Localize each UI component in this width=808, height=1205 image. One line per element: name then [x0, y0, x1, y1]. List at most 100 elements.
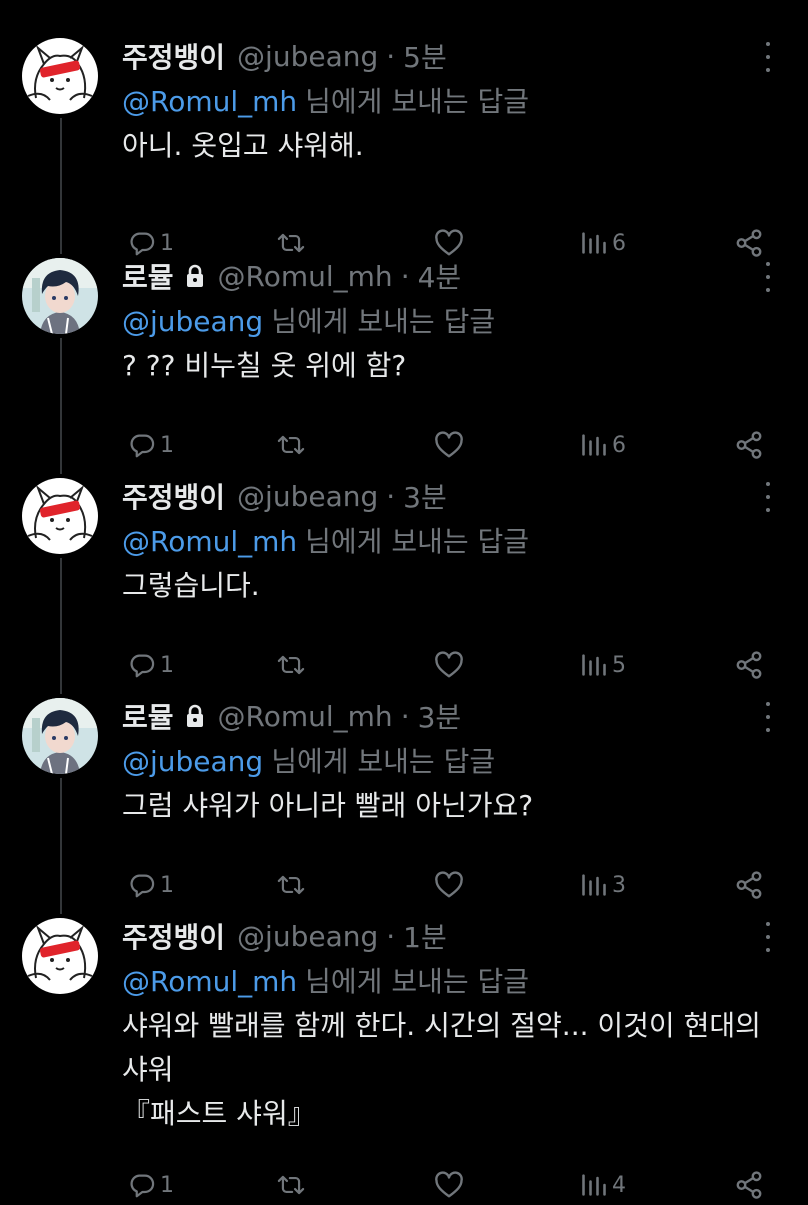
tweet-text-line: 그렇습니다. [122, 569, 260, 602]
tweet[interactable]: 로뮬 @Romul_mh · 3분 @jubeang 님에게 보내는 답글 그럼 샤워가 … [0, 698, 808, 908]
reply-count: 1 [160, 230, 174, 256]
like-button[interactable] [434, 865, 464, 905]
retweet-button[interactable] [276, 223, 306, 263]
timestamp[interactable]: 3분 [418, 696, 462, 736]
reply-count: 1 [160, 652, 174, 678]
lock-icon [184, 264, 206, 288]
drawn-cat-avatar [22, 38, 98, 114]
heart-icon [434, 871, 464, 899]
views-button[interactable]: 6 [580, 223, 626, 263]
display-name[interactable]: 주정뱅이 [122, 916, 225, 956]
timestamp[interactable]: 1분 [403, 916, 447, 956]
reply-button[interactable]: 1 [128, 645, 174, 685]
reply-button[interactable]: 1 [128, 865, 174, 905]
share-button[interactable] [734, 865, 764, 905]
reply-count: 1 [160, 872, 174, 898]
retweet-button[interactable] [276, 1165, 306, 1205]
views-icon [580, 651, 608, 679]
heart-icon [434, 651, 464, 679]
reply-mention-link[interactable]: @Romul_mh [122, 85, 297, 118]
more-options-icon[interactable] [764, 262, 772, 292]
lock-icon [184, 704, 206, 728]
replying-to: @Romul_mh 님에게 보내는 답글 [122, 520, 529, 560]
reply-icon [128, 1171, 156, 1199]
views-icon [580, 871, 608, 899]
display-name[interactable]: 로뮬 [122, 696, 174, 736]
user-handle[interactable]: @jubeang [237, 40, 378, 73]
reply-mention-link[interactable]: @Romul_mh [122, 965, 297, 998]
retweet-button[interactable] [276, 425, 306, 465]
drawn-cat-avatar [22, 478, 98, 554]
share-button[interactable] [734, 223, 764, 263]
reply-button[interactable]: 1 [128, 1165, 174, 1205]
more-options-icon[interactable] [764, 42, 772, 72]
views-button[interactable]: 3 [580, 865, 626, 905]
display-name[interactable]: 주정뱅이 [122, 36, 225, 76]
more-options-icon[interactable] [764, 702, 772, 732]
display-name[interactable]: 주정뱅이 [122, 476, 225, 516]
more-options-icon[interactable] [764, 922, 772, 952]
share-button[interactable] [734, 645, 764, 685]
timestamp[interactable]: 3분 [403, 476, 447, 516]
share-button[interactable] [734, 1165, 764, 1205]
views-count: 4 [612, 1172, 626, 1198]
retweet-icon [276, 431, 306, 459]
tweet-header: 주정뱅이 @jubeang · 3분 [122, 476, 447, 516]
tweet[interactable]: 주정뱅이 @jubeang · 3분 @Romul_mh 님에게 보내는 답글 그렇습니다.… [0, 478, 808, 688]
heart-icon [434, 431, 464, 459]
reply-mention-link[interactable]: @jubeang [122, 745, 263, 778]
user-handle[interactable]: @Romul_mh [218, 700, 393, 733]
user-handle[interactable]: @jubeang [237, 920, 378, 953]
tweet[interactable]: 주정뱅이 @jubeang · 1분 @Romul_mh 님에게 보내는 답글 샤워와 빨래… [0, 916, 808, 1199]
heart-icon [434, 229, 464, 257]
separator-dot: · [386, 919, 396, 953]
like-button[interactable] [434, 1165, 464, 1205]
more-options-icon[interactable] [764, 482, 772, 512]
tweet-text-line: 그럼 샤워가 아니라 빨래 아닌가요? [122, 789, 534, 822]
tweet[interactable]: 로뮬 @Romul_mh · 4분 @jubeang 님에게 보내는 답글? ?? 비누… [0, 258, 808, 468]
reply-icon [128, 871, 156, 899]
replying-to: @Romul_mh 님에게 보내는 답글 [122, 80, 529, 120]
avatar[interactable] [22, 918, 98, 994]
like-button[interactable] [434, 645, 464, 685]
share-icon [734, 228, 764, 258]
tweet-text: 샤워와 빨래를 함께 한다. 시간의 절약... 이것이 현대의 샤워 『패스트 샤… [122, 1004, 788, 1136]
share-button[interactable] [734, 425, 764, 465]
replying-to: @Romul_mh 님에게 보내는 답글 [122, 960, 529, 1000]
like-button[interactable] [434, 425, 464, 465]
tweet-header: 주정뱅이 @jubeang · 1분 [122, 916, 447, 956]
retweet-icon [276, 651, 306, 679]
user-handle[interactable]: @Romul_mh [218, 260, 393, 293]
reply-count: 1 [160, 432, 174, 458]
retweet-icon [276, 871, 306, 899]
reply-to-label: 님에게 보내는 답글 [305, 525, 530, 558]
tweet[interactable]: 주정뱅이 @jubeang · 5분 @Romul_mh 님에게 보내는 답글 아니. 옷입… [0, 36, 808, 257]
reply-icon [128, 229, 156, 257]
views-button[interactable]: 4 [580, 1165, 626, 1205]
tweet-header: 로뮬 @Romul_mh · 4분 [122, 256, 462, 296]
avatar[interactable] [22, 478, 98, 554]
retweet-button[interactable] [276, 865, 306, 905]
timestamp[interactable]: 5분 [403, 36, 447, 76]
display-name[interactable]: 로뮬 [122, 256, 174, 296]
avatar[interactable] [22, 698, 98, 774]
reply-button[interactable]: 1 [128, 425, 174, 465]
action-bar: 15 [0, 645, 808, 685]
tweet-text: 아니. 옷입고 샤워해. [122, 124, 788, 168]
views-count: 5 [612, 652, 626, 678]
retweet-icon [276, 229, 306, 257]
views-count: 6 [612, 230, 626, 256]
reply-mention-link[interactable]: @Romul_mh [122, 525, 297, 558]
replying-to: @jubeang 님에게 보내는 답글 [122, 740, 495, 780]
avatar[interactable] [22, 258, 98, 334]
views-button[interactable]: 6 [580, 425, 626, 465]
share-icon [734, 650, 764, 680]
reply-mention-link[interactable]: @jubeang [122, 305, 263, 338]
user-handle[interactable]: @jubeang [237, 480, 378, 513]
views-count: 3 [612, 872, 626, 898]
retweet-button[interactable] [276, 645, 306, 685]
avatar[interactable] [22, 38, 98, 114]
timestamp[interactable]: 4분 [418, 256, 462, 296]
reply-to-label: 님에게 보내는 답글 [305, 965, 530, 998]
views-button[interactable]: 5 [580, 645, 626, 685]
